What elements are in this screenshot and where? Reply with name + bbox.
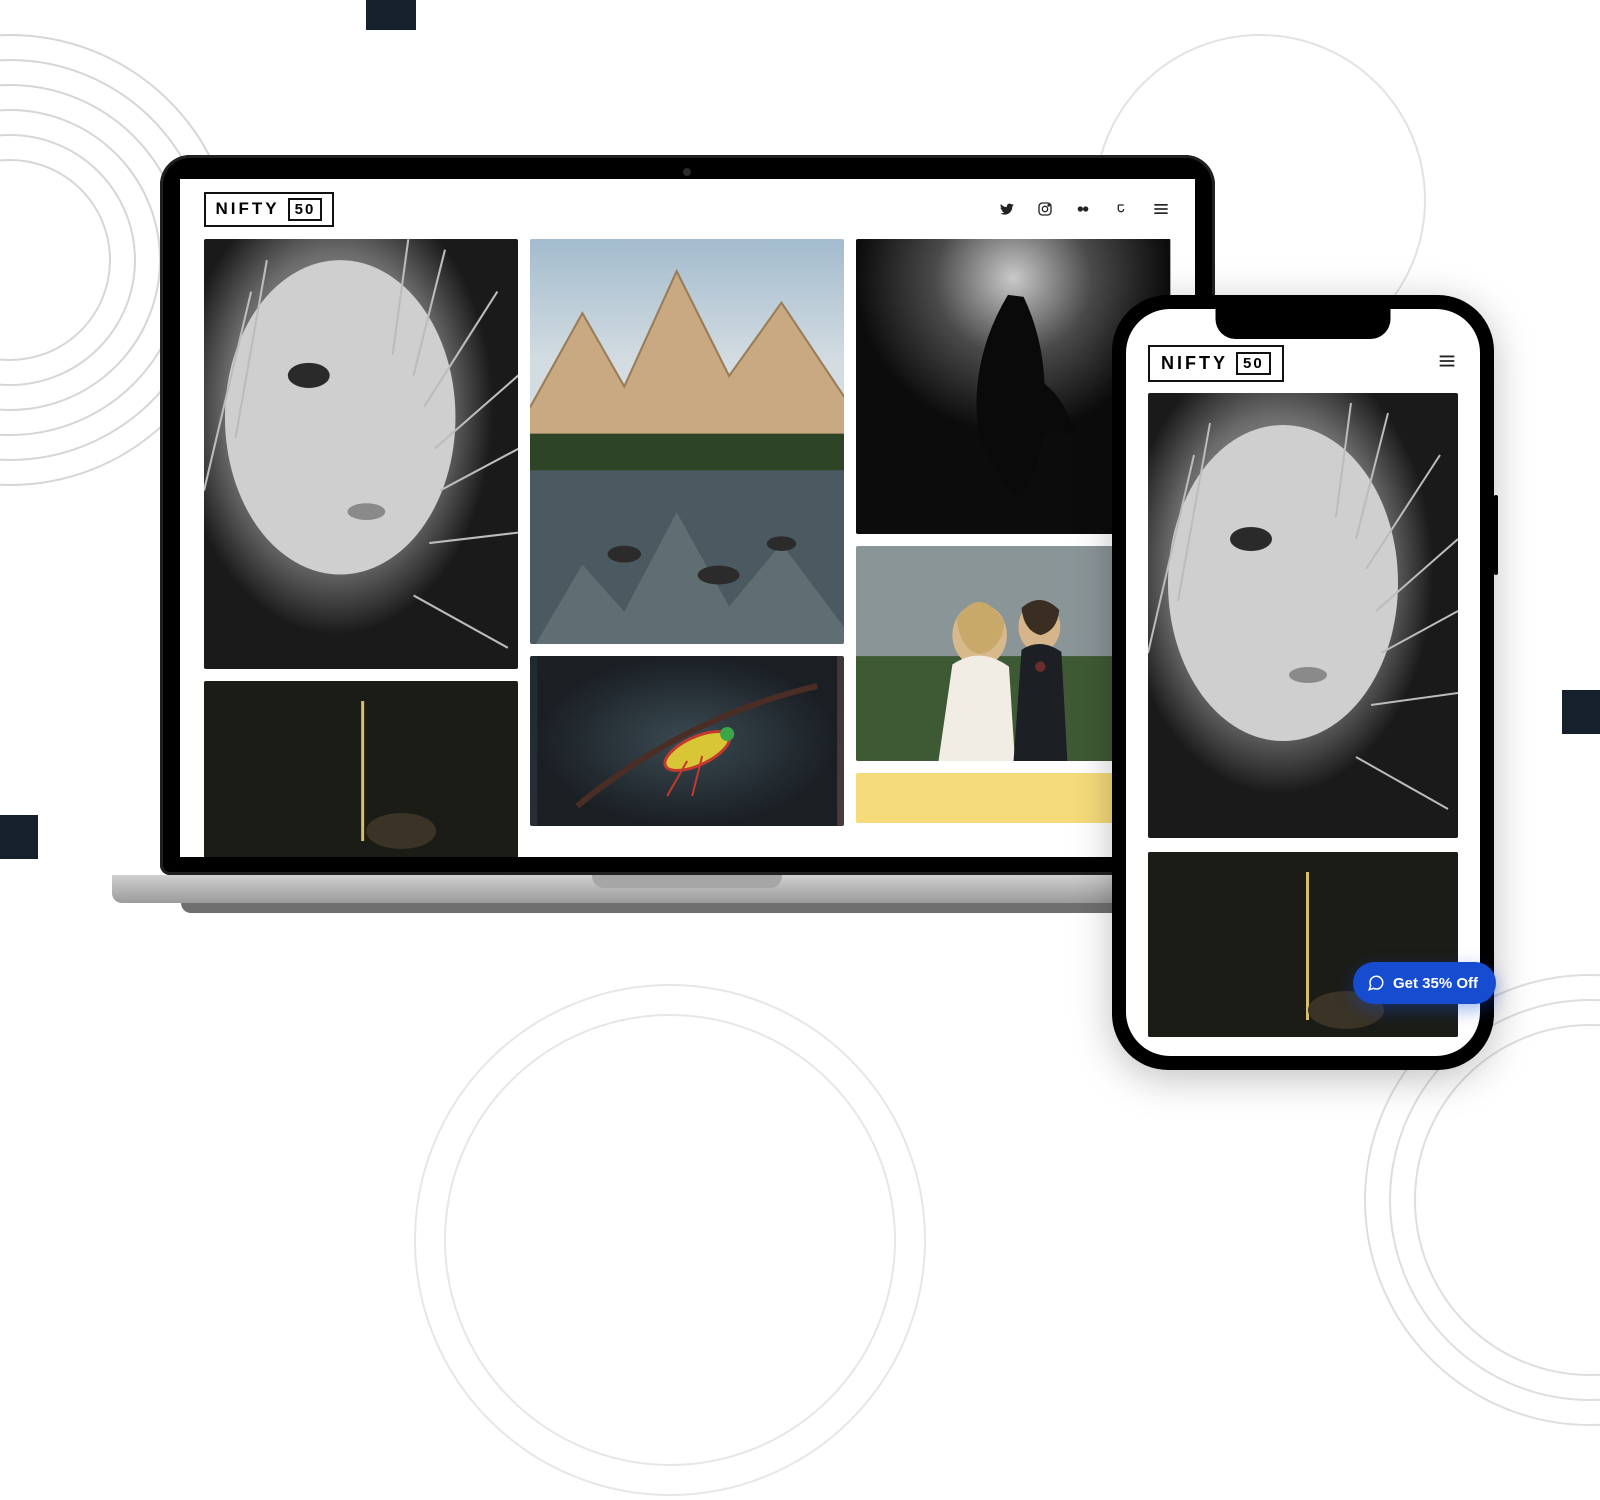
gallery-tile-dark[interactable] (204, 681, 518, 857)
phone-side-button (1494, 495, 1498, 575)
decorative-arcs (410, 980, 930, 1500)
laptop-base (112, 875, 1262, 903)
gallery-tile-portrait[interactable] (204, 239, 518, 669)
decorative-block (366, 0, 416, 30)
logo-number: 50 (1236, 352, 1271, 375)
desktop-site: NIFTY 50 (180, 179, 1195, 857)
webcam-dot (683, 168, 691, 176)
gallery-tile-portrait[interactable] (1148, 393, 1458, 838)
photo-grid (180, 239, 1195, 857)
promo-chat-label: Get 35% Off (1393, 975, 1478, 992)
flickr-icon[interactable] (1075, 201, 1091, 217)
mobile-site: NIFTY 50 (1126, 309, 1480, 1056)
site-logo[interactable]: NIFTY 50 (1148, 345, 1284, 382)
gallery-tile-mountains[interactable] (530, 239, 844, 644)
laptop-mockup: NIFTY 50 (112, 155, 1262, 913)
promo-chat-button[interactable]: Get 35% Off (1353, 962, 1496, 1004)
phone-notch (1216, 309, 1391, 339)
logo-text: NIFTY (216, 199, 280, 219)
desktop-header: NIFTY 50 (180, 179, 1195, 239)
decorative-block (0, 815, 38, 859)
social-icons (999, 199, 1171, 219)
menu-icon[interactable] (1436, 350, 1458, 377)
logo-text: NIFTY (1161, 353, 1228, 374)
twitter-icon[interactable] (999, 201, 1015, 217)
gallery-tile-dark[interactable] (1148, 852, 1458, 1037)
menu-icon[interactable] (1151, 199, 1171, 219)
laptop-foot (181, 903, 1193, 913)
instagram-icon[interactable] (1037, 201, 1053, 217)
phone-mockup: NIFTY 50 (1112, 295, 1494, 1070)
500px-icon[interactable] (1113, 201, 1129, 217)
site-logo[interactable]: NIFTY 50 (204, 192, 335, 227)
gallery-tile-insect[interactable] (530, 656, 844, 826)
logo-number: 50 (288, 198, 323, 221)
chat-icon (1367, 974, 1385, 992)
decorative-block (1562, 690, 1600, 734)
